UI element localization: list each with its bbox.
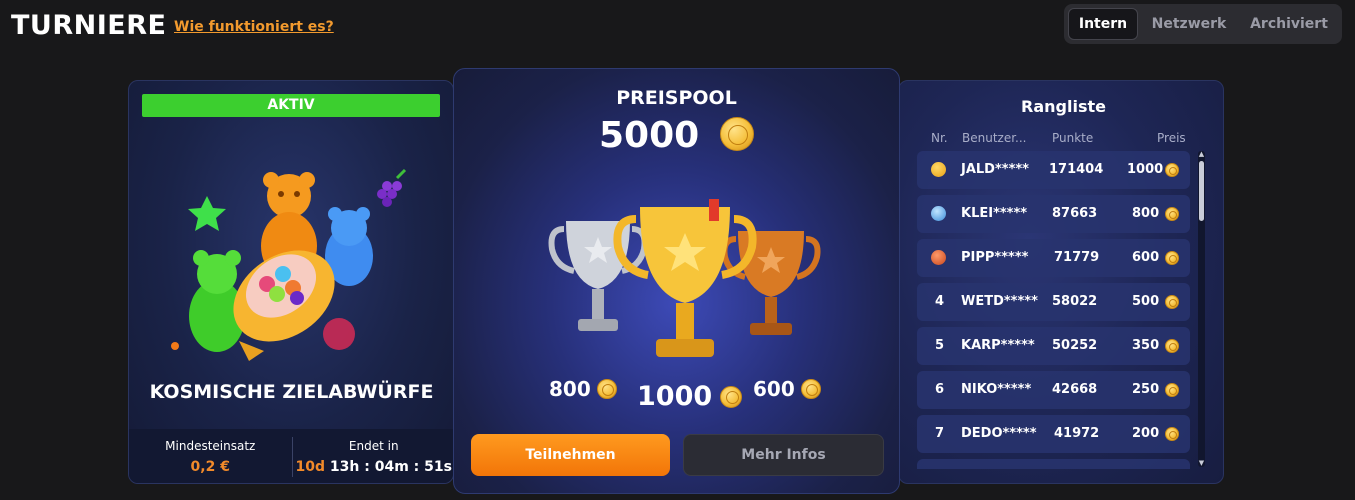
column-points: Punkte <box>1052 131 1094 145</box>
row-points: 71779 <box>1054 250 1100 265</box>
coin-icon <box>720 385 743 408</box>
row-user: JALD***** <box>961 162 1029 177</box>
column-user: Benutzer... <box>962 131 1027 145</box>
row-user: NIKO***** <box>961 382 1032 397</box>
row-prize: 800 <box>1132 206 1160 221</box>
row-user: WETD***** <box>961 294 1038 309</box>
coin-icon <box>596 379 617 399</box>
row-points: 41972 <box>1054 426 1100 441</box>
row-prize: 500 <box>1132 294 1160 309</box>
scroll-up-icon[interactable]: ▲ <box>1198 151 1205 158</box>
coin-icon <box>1165 251 1179 265</box>
second-prize-value: 800 <box>549 377 591 401</box>
row-points: 58022 <box>1052 294 1098 309</box>
row-prize: 250 <box>1132 382 1160 397</box>
leaderboard-list[interactable]: JALD***** 171404 1000 KLEI***** 87663 80… <box>917 151 1190 469</box>
join-button[interactable]: Teilnehmen <box>471 434 670 476</box>
leaderboard-row <box>917 459 1190 469</box>
coin-icon <box>1165 295 1179 309</box>
trophies-illustration <box>548 199 821 357</box>
coin-icon <box>800 379 821 399</box>
scroll-down-icon[interactable]: ▼ <box>1198 460 1205 467</box>
row-user: KARP***** <box>961 338 1035 353</box>
row-prize: 1000 <box>1127 162 1164 177</box>
status-badge: AKTIV <box>142 94 440 117</box>
row-points: 50252 <box>1052 338 1098 353</box>
min-bet-label: Mindesteinsatz <box>165 439 256 453</box>
raspberry-icon <box>323 318 355 350</box>
third-prize-value: 600 <box>753 377 795 401</box>
row-user: KLEI***** <box>961 206 1028 221</box>
gold-trophy-icon <box>613 199 757 357</box>
row-points: 87663 <box>1052 206 1098 221</box>
coin-icon <box>1165 207 1179 221</box>
more-info-button[interactable]: Mehr Infos <box>683 434 884 476</box>
row-rank: 7 <box>935 426 945 441</box>
row-user: PIPP***** <box>961 250 1029 265</box>
row-points: 42668 <box>1052 382 1098 397</box>
tournament-tabs: Intern Netzwerk Archiviert <box>1064 4 1342 44</box>
countdown-days: 10d <box>295 459 326 475</box>
leaderboard-title: Rangliste <box>1021 97 1106 116</box>
row-prize: 600 <box>1132 250 1160 265</box>
tab-archiviert[interactable]: Archiviert <box>1240 8 1338 40</box>
min-bet-value: 0,2 € <box>190 459 230 475</box>
leaderboard-row: JALD***** 171404 1000 <box>917 151 1190 189</box>
scroll-thumb[interactable] <box>1199 161 1204 221</box>
leaderboard-row: 7 DEDO***** 41972 200 <box>917 415 1190 453</box>
row-prize: 350 <box>1132 338 1160 353</box>
tournament-info-bar: Mindesteinsatz 0,2 € Endet in 10d 13h : … <box>129 429 454 483</box>
prizepool-label: PREISPOOL <box>616 87 737 109</box>
second-prize: 800 <box>549 377 617 401</box>
leaderboard-row: 4 WETD***** 58022 500 <box>917 283 1190 321</box>
row-prize: 200 <box>1132 426 1160 441</box>
coin-icon <box>1165 339 1179 353</box>
prizepool-amount: 5000 <box>599 115 754 156</box>
leaderboard-card: Rangliste Nr. Benutzer... Punkte Preis J… <box>898 80 1224 484</box>
ends-in-label: Endet in <box>348 439 399 453</box>
first-prize-value: 1000 <box>637 381 713 412</box>
gold-medal-icon <box>931 162 946 177</box>
countdown-time: 13h : 04m : 51s <box>329 459 452 475</box>
leaderboard-scrollbar[interactable]: ▲ ▼ <box>1198 151 1205 467</box>
column-rank: Nr. <box>931 131 948 145</box>
row-points: 171404 <box>1049 162 1104 177</box>
coin-icon <box>719 117 754 151</box>
tournament-card[interactable]: AKTIV KOSMISCHE ZIELABWÜRFE Mindesteinsa… <box>128 80 454 484</box>
how-it-works-link[interactable]: Wie funktioniert es? <box>174 19 334 35</box>
column-prize: Preis <box>1157 131 1186 145</box>
top-bar: TURNIERE Wie funktioniert es? Intern Net… <box>0 0 1355 60</box>
bronze-medal-icon <box>931 250 946 265</box>
coin-icon <box>1165 427 1179 441</box>
ends-in: Endet in 10d 13h : 04m : 51s <box>291 437 454 477</box>
silver-medal-icon <box>931 206 946 221</box>
prizepool-card: PREISPOOL 5000 800 1000 600 Teilnehmen M… <box>453 68 900 494</box>
page-title: TURNIERE <box>11 10 167 41</box>
tab-netzwerk[interactable]: Netzwerk <box>1138 8 1240 40</box>
third-prize: 600 <box>753 377 821 401</box>
grapes-icon <box>377 168 407 207</box>
coin-icon <box>1165 383 1179 397</box>
coin-icon <box>1165 163 1179 177</box>
bronze-trophy-icon <box>721 231 821 335</box>
countdown-timer: 10d 13h : 04m : 51s <box>296 459 452 475</box>
tournament-name: KOSMISCHE ZIELABWÜRFE <box>149 381 434 403</box>
leaderboard-row: KLEI***** 87663 800 <box>917 195 1190 233</box>
row-rank: 4 <box>935 294 945 309</box>
star-icon <box>188 196 226 231</box>
first-prize: 1000 <box>637 381 743 412</box>
leaderboard-row: 6 NIKO***** 42668 250 <box>917 371 1190 409</box>
leaderboard-row: PIPP***** 71779 600 <box>917 239 1190 277</box>
row-user: DEDO***** <box>961 426 1037 441</box>
leaderboard-row: 5 KARP***** 50252 350 <box>917 327 1190 365</box>
min-bet: Mindesteinsatz 0,2 € <box>129 429 292 483</box>
tab-intern[interactable]: Intern <box>1068 8 1138 40</box>
silver-trophy-icon <box>548 221 648 331</box>
prizepool-value: 5000 <box>599 115 700 156</box>
row-rank: 5 <box>935 338 945 353</box>
row-rank: 6 <box>935 382 945 397</box>
